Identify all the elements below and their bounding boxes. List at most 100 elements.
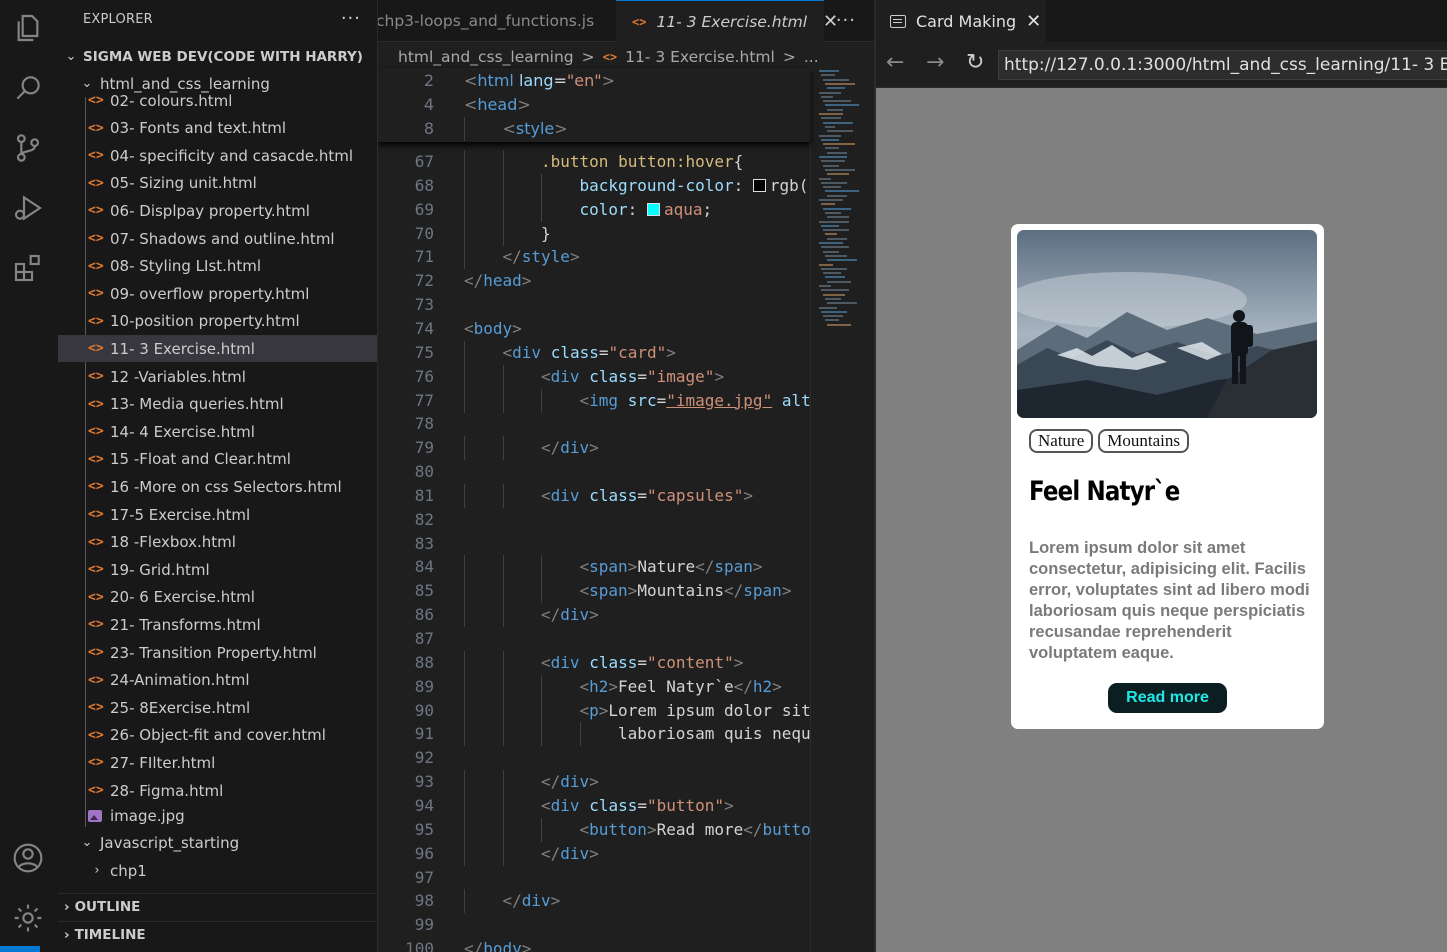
file-label: 04- specificity and casacde.html xyxy=(110,146,354,165)
code-line[interactable]: 8 <style> xyxy=(378,117,810,141)
code-line[interactable]: 67 .button button:hover{ xyxy=(378,150,810,174)
code-line[interactable]: 2 <html lang="en"> xyxy=(378,69,810,93)
file-item[interactable]: <> 28- Figma.html xyxy=(58,777,377,804)
code-token: rgb( xyxy=(769,175,809,195)
back-arrow-icon[interactable]: ← xyxy=(886,50,904,75)
file-item[interactable]: <> 14- 4 Exercise.html xyxy=(58,418,377,445)
source-control-icon[interactable] xyxy=(10,130,46,166)
file-item[interactable]: <> 15 -Float and Clear.html xyxy=(58,446,377,473)
color-swatch[interactable] xyxy=(646,202,660,216)
file-item[interactable]: <> 10-position property.html xyxy=(58,308,377,335)
code-line[interactable]: 73 xyxy=(378,293,810,317)
minimap-line xyxy=(821,181,847,184)
file-item[interactable]: <> 05- Sizing unit.html xyxy=(58,170,377,197)
code-line[interactable]: 92 xyxy=(378,746,810,770)
code-line[interactable]: 91 laboriosam quis nequ xyxy=(378,722,811,747)
code-line[interactable]: 90 <p>Lorem ipsum dolor sit xyxy=(378,698,811,723)
code-line[interactable]: 94 <div class="button"> xyxy=(378,793,810,818)
workspace-root[interactable]: ⌄ SIGMA WEB DEV(CODE WITH HARRY) xyxy=(58,43,377,70)
browser-tab-card-making[interactable]: Card Making ✕ xyxy=(876,0,1046,42)
color-swatch[interactable] xyxy=(752,178,766,192)
file-item[interactable]: <> 09- overflow property.html xyxy=(58,280,377,307)
extensions-icon[interactable] xyxy=(10,250,46,286)
code-line[interactable]: 71 </style> xyxy=(378,245,810,270)
code-line[interactable]: 95 <button>Read more</butto xyxy=(378,817,811,842)
minimap[interactable] xyxy=(810,68,874,952)
file-item[interactable]: <> 24-Animation.html xyxy=(58,667,377,694)
code-line[interactable]: 83 xyxy=(378,532,810,556)
file-item[interactable]: <> 12 -Variables.html xyxy=(58,363,377,390)
code-line[interactable]: 98 </div> xyxy=(378,889,810,914)
file-item[interactable]: <> 06- Displpay property.html xyxy=(58,197,377,224)
file-item[interactable]: <> 03- Fonts and text.html xyxy=(58,115,377,142)
outline-section[interactable]: › OUTLINE xyxy=(58,893,377,920)
explorer-icon[interactable] xyxy=(10,10,46,46)
code-line[interactable]: 80 xyxy=(378,460,810,484)
folder-chp1[interactable]: › chp1 xyxy=(58,857,377,884)
url-bar[interactable]: http://127.0.0.1:3000/html_and_css_learn… xyxy=(998,50,1447,80)
code-line[interactable]: 96 </div> xyxy=(378,841,810,866)
code-line[interactable]: 86 </div> xyxy=(378,603,810,628)
indent-guide xyxy=(502,388,504,413)
explorer-more-icon[interactable]: ··· xyxy=(341,8,361,29)
file-item[interactable]: <> 18 -Flexbox.html xyxy=(58,529,377,556)
code-line[interactable]: 72 </head> xyxy=(378,269,810,293)
tabs-more-icon[interactable]: ··· xyxy=(836,10,856,31)
code-line[interactable]: 87 xyxy=(378,627,810,651)
code-line[interactable]: 76 <div class="image"> xyxy=(378,364,810,389)
file-item[interactable]: <> 27- FIlter.html xyxy=(58,749,377,776)
code-line[interactable]: 77 <img src="image.jpg" alt xyxy=(378,388,811,413)
sticky-scroll-header[interactable]: 2 <html lang="en"> 4 <head> 8 <style> xyxy=(378,68,810,142)
read-more-button[interactable]: Read more xyxy=(1108,683,1227,713)
code-line[interactable]: 100 </body> xyxy=(378,937,810,952)
code-line[interactable]: 89 <h2>Feel Natyr`e</h2> xyxy=(378,674,810,699)
code-line[interactable]: 97 xyxy=(378,866,810,890)
code-line[interactable]: 68 background-color: rgb( xyxy=(378,173,810,198)
minimap-line xyxy=(823,186,841,189)
code-line[interactable]: 75 <div class="card"> xyxy=(378,340,810,365)
code-line[interactable]: 70} xyxy=(378,221,810,246)
file-item[interactable]: <> 23- Transition Property.html xyxy=(58,639,377,666)
code-line[interactable]: 74 <body> xyxy=(378,317,810,341)
file-item[interactable]: <> 20- 6 Exercise.html xyxy=(58,584,377,611)
file-item[interactable]: <> 08- Styling LIst.html xyxy=(58,253,377,280)
code-line[interactable]: 69 color: aqua; xyxy=(378,197,810,222)
file-item[interactable]: <> 11- 3 Exercise.html xyxy=(58,335,377,363)
code-area[interactable]: 67 .button button:hover{68 background-colo… xyxy=(378,0,811,952)
file-item[interactable]: <> 16 -More on css Selectors.html xyxy=(58,473,377,500)
file-item[interactable]: <> 26- Object-fit and cover.html xyxy=(58,722,377,749)
file-item[interactable]: <> 21- Transforms.html xyxy=(58,611,377,638)
code-line[interactable]: 84 <span>Nature</span> xyxy=(378,555,810,580)
run-debug-icon[interactable] xyxy=(10,190,46,226)
browser-tab-close-icon[interactable]: ✕ xyxy=(1026,11,1041,32)
code-line[interactable]: 4 <head> xyxy=(378,93,810,117)
account-icon[interactable] xyxy=(10,840,46,876)
folder-javascript-starting[interactable]: ⌄ Javascript_starting xyxy=(58,829,377,856)
file-item[interactable]: <> 04- specificity and casacde.html xyxy=(58,142,377,169)
file-item[interactable]: <> 13- Media queries.html xyxy=(58,391,377,418)
minimap-line xyxy=(819,263,833,266)
forward-arrow-icon[interactable]: → xyxy=(926,50,944,75)
reload-icon[interactable]: ↻ xyxy=(966,50,984,75)
file-item[interactable]: <> 25- 8Exercise.html xyxy=(58,694,377,721)
code-line[interactable]: 88 <div class="content"> xyxy=(378,650,810,675)
code-line[interactable]: 81 <div class="capsules"> xyxy=(378,483,810,508)
timeline-section[interactable]: › TIMELINE xyxy=(58,921,377,948)
file-item[interactable]: <> 02- colours.html xyxy=(58,87,377,114)
code-line[interactable]: 99 xyxy=(378,913,810,937)
file-image-jpg[interactable]: image.jpg xyxy=(58,802,377,829)
code-line[interactable]: 79 </div> xyxy=(378,436,810,461)
file-item[interactable]: <> 17-5 Exercise.html xyxy=(58,501,377,528)
settings-gear-icon[interactable] xyxy=(10,900,46,936)
file-item[interactable]: <> 07- Shadows and outline.html xyxy=(58,225,377,252)
code-token: > xyxy=(714,366,725,386)
file-item[interactable]: <> 19- Grid.html xyxy=(58,556,377,583)
code-line[interactable]: 82 xyxy=(378,508,810,532)
code-line[interactable]: 93 </div> xyxy=(378,770,810,795)
html-file-icon: <> xyxy=(88,203,104,219)
search-icon[interactable] xyxy=(10,70,46,106)
code-token: < xyxy=(579,581,590,601)
indent-guide xyxy=(541,674,542,699)
code-line[interactable]: 78 xyxy=(378,412,810,436)
code-line[interactable]: 85 <span>Mountains</span> xyxy=(378,579,810,604)
